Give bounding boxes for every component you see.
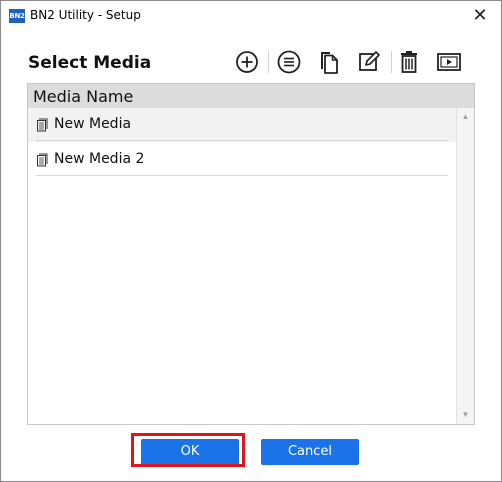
title-bar: BN2 BN2 Utility - Setup ✕ bbox=[1, 1, 501, 31]
details-button[interactable] bbox=[275, 48, 303, 76]
column-header-label: Media Name bbox=[33, 87, 134, 106]
media-list[interactable]: Media Name New Media New Media 2 ▲ ▼ bbox=[27, 83, 475, 425]
list-item-label: New Media bbox=[54, 116, 132, 132]
setup-dialog: BN2 BN2 Utility - Setup ✕ Select Media M… bbox=[0, 0, 502, 482]
scroll-up-arrow-icon[interactable]: ▲ bbox=[457, 110, 474, 124]
delete-button[interactable] bbox=[395, 48, 423, 76]
row-divider bbox=[36, 140, 448, 141]
media-toolbar bbox=[233, 48, 473, 76]
cancel-button[interactable]: Cancel bbox=[261, 439, 359, 465]
toolbar-divider bbox=[268, 51, 269, 73]
edit-icon bbox=[359, 51, 380, 71]
toolbar-divider bbox=[391, 51, 392, 73]
list-circle-icon bbox=[277, 50, 301, 74]
document-icon bbox=[37, 153, 48, 167]
copy-button[interactable] bbox=[315, 48, 343, 76]
list-item[interactable]: New Media 2 bbox=[28, 143, 456, 177]
edit-button[interactable] bbox=[355, 48, 383, 76]
vertical-scrollbar[interactable]: ▲ ▼ bbox=[456, 108, 474, 424]
add-circle-icon bbox=[236, 51, 258, 73]
section-title: Select Media bbox=[28, 53, 152, 73]
column-header[interactable]: Media Name bbox=[28, 84, 474, 108]
row-divider bbox=[36, 175, 448, 176]
app-logo-icon: BN2 bbox=[9, 9, 25, 23]
list-item[interactable]: New Media bbox=[28, 108, 456, 142]
preview-button[interactable] bbox=[435, 48, 463, 76]
close-button[interactable]: ✕ bbox=[465, 3, 495, 29]
preview-icon bbox=[437, 53, 461, 71]
ok-highlight-box bbox=[131, 433, 245, 467]
copy-icon bbox=[321, 52, 338, 74]
document-icon bbox=[37, 118, 48, 132]
trash-icon bbox=[401, 51, 417, 73]
window-title: BN2 Utility - Setup bbox=[30, 8, 141, 22]
scroll-down-arrow-icon[interactable]: ▼ bbox=[457, 408, 474, 422]
add-button[interactable] bbox=[233, 48, 261, 76]
list-item-label: New Media 2 bbox=[54, 151, 145, 167]
